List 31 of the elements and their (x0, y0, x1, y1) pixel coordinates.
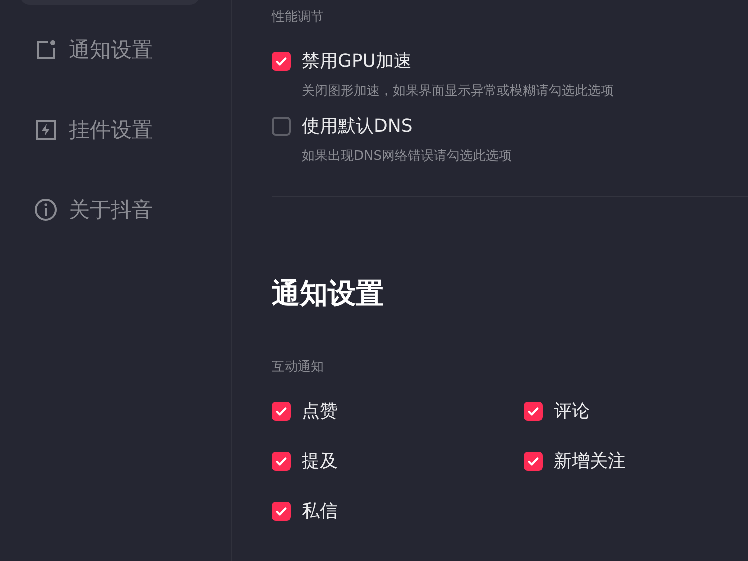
option-label: 点赞 (302, 400, 338, 423)
checkbox[interactable] (272, 402, 291, 420)
checkmark-icon (275, 54, 288, 68)
checkmark-icon (275, 454, 288, 468)
option-label: 使用默认DNS (302, 115, 413, 138)
checkbox[interactable] (272, 52, 291, 70)
section-heading: 通知设置 (272, 276, 385, 312)
notification-icon (34, 38, 58, 62)
checkbox[interactable] (272, 452, 291, 470)
option-description: 关闭图形加速，如果界面显示异常或模糊请勾选此选项 (302, 83, 615, 100)
checkbox[interactable] (524, 402, 543, 420)
section-label: 性能调节 (272, 9, 324, 26)
sidebar-item[interactable]: 挂件设置 (34, 112, 231, 148)
option-label: 私信 (302, 500, 338, 523)
checkbox[interactable] (272, 502, 291, 520)
option-label: 禁用GPU加速 (302, 50, 412, 73)
option-description: 如果出现DNS网络错误请勾选此选项 (302, 148, 513, 165)
checkmark-icon (275, 504, 288, 518)
checkbox[interactable] (272, 116, 291, 136)
info-icon (34, 198, 58, 222)
sidebar-item[interactable]: 关于抖音 (34, 192, 231, 228)
group-label: 互动通知 (272, 359, 324, 376)
checkmark-icon (527, 454, 540, 468)
checkmark-icon (275, 404, 288, 418)
option-label: 评论 (554, 400, 590, 423)
checkbox[interactable] (524, 452, 543, 470)
lightning-icon (34, 118, 58, 142)
option-label: 提及 (302, 450, 338, 473)
checkmark-icon (527, 404, 540, 418)
option-label: 新增关注 (554, 450, 626, 473)
sidebar-item[interactable]: 通知设置 (34, 32, 231, 68)
